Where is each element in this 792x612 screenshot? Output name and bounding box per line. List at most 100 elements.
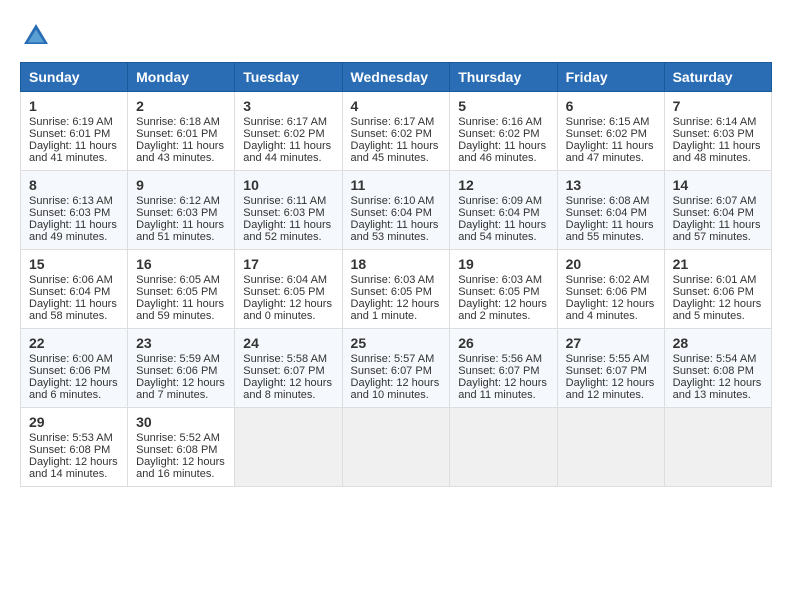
calendar-cell: 16 Sunrise: 6:05 AM Sunset: 6:05 PM Dayl… bbox=[128, 250, 235, 329]
calendar-cell: 27 Sunrise: 5:55 AM Sunset: 6:07 PM Dayl… bbox=[557, 329, 664, 408]
day-number: 1 bbox=[29, 98, 119, 114]
sunrise-label: Sunrise: 6:06 AM bbox=[29, 274, 113, 286]
sunrise-label: Sunrise: 6:07 AM bbox=[673, 195, 757, 207]
daylight-label: Daylight: 11 hours and 44 minutes. bbox=[243, 140, 331, 164]
calendar-week-row: 22 Sunrise: 6:00 AM Sunset: 6:06 PM Dayl… bbox=[21, 329, 772, 408]
sunset-label: Sunset: 6:02 PM bbox=[566, 128, 647, 140]
sunrise-label: Sunrise: 6:18 AM bbox=[136, 116, 220, 128]
day-number: 17 bbox=[243, 256, 333, 272]
sunrise-label: Sunrise: 5:56 AM bbox=[458, 353, 542, 365]
calendar-cell: 12 Sunrise: 6:09 AM Sunset: 6:04 PM Dayl… bbox=[450, 171, 557, 250]
calendar-header-row: SundayMondayTuesdayWednesdayThursdayFrid… bbox=[21, 63, 772, 92]
daylight-label: Daylight: 12 hours and 4 minutes. bbox=[566, 298, 655, 322]
day-number: 3 bbox=[243, 98, 333, 114]
calendar-cell: 8 Sunrise: 6:13 AM Sunset: 6:03 PM Dayli… bbox=[21, 171, 128, 250]
calendar-cell: 3 Sunrise: 6:17 AM Sunset: 6:02 PM Dayli… bbox=[235, 92, 342, 171]
sunset-label: Sunset: 6:04 PM bbox=[566, 207, 647, 219]
day-number: 19 bbox=[458, 256, 548, 272]
day-number: 15 bbox=[29, 256, 119, 272]
day-number: 7 bbox=[673, 98, 763, 114]
calendar-cell: 23 Sunrise: 5:59 AM Sunset: 6:06 PM Dayl… bbox=[128, 329, 235, 408]
day-number: 6 bbox=[566, 98, 656, 114]
daylight-label: Daylight: 12 hours and 6 minutes. bbox=[29, 377, 118, 401]
calendar-cell: 10 Sunrise: 6:11 AM Sunset: 6:03 PM Dayl… bbox=[235, 171, 342, 250]
sunset-label: Sunset: 6:07 PM bbox=[458, 365, 539, 377]
sunrise-label: Sunrise: 6:11 AM bbox=[243, 195, 326, 207]
sunrise-label: Sunrise: 6:13 AM bbox=[29, 195, 113, 207]
calendar-cell: 20 Sunrise: 6:02 AM Sunset: 6:06 PM Dayl… bbox=[557, 250, 664, 329]
daylight-label: Daylight: 11 hours and 53 minutes. bbox=[351, 219, 439, 243]
day-number: 29 bbox=[29, 414, 119, 430]
day-number: 2 bbox=[136, 98, 226, 114]
day-of-week-header: Monday bbox=[128, 63, 235, 92]
daylight-label: Daylight: 12 hours and 12 minutes. bbox=[566, 377, 655, 401]
calendar-cell: 19 Sunrise: 6:03 AM Sunset: 6:05 PM Dayl… bbox=[450, 250, 557, 329]
calendar-cell: 21 Sunrise: 6:01 AM Sunset: 6:06 PM Dayl… bbox=[664, 250, 771, 329]
sunrise-label: Sunrise: 6:03 AM bbox=[351, 274, 435, 286]
sunrise-label: Sunrise: 6:17 AM bbox=[243, 116, 327, 128]
sunset-label: Sunset: 6:06 PM bbox=[136, 365, 217, 377]
calendar-cell: 2 Sunrise: 6:18 AM Sunset: 6:01 PM Dayli… bbox=[128, 92, 235, 171]
sunrise-label: Sunrise: 6:10 AM bbox=[351, 195, 435, 207]
calendar-cell: 25 Sunrise: 5:57 AM Sunset: 6:07 PM Dayl… bbox=[342, 329, 450, 408]
sunset-label: Sunset: 6:04 PM bbox=[29, 286, 110, 298]
sunset-label: Sunset: 6:02 PM bbox=[243, 128, 324, 140]
sunrise-label: Sunrise: 6:19 AM bbox=[29, 116, 113, 128]
day-number: 4 bbox=[351, 98, 442, 114]
calendar-cell: 9 Sunrise: 6:12 AM Sunset: 6:03 PM Dayli… bbox=[128, 171, 235, 250]
sunrise-label: Sunrise: 5:53 AM bbox=[29, 432, 113, 444]
day-number: 20 bbox=[566, 256, 656, 272]
calendar-cell: 18 Sunrise: 6:03 AM Sunset: 6:05 PM Dayl… bbox=[342, 250, 450, 329]
daylight-label: Daylight: 11 hours and 46 minutes. bbox=[458, 140, 546, 164]
calendar-cell bbox=[450, 408, 557, 487]
sunrise-label: Sunrise: 5:55 AM bbox=[566, 353, 650, 365]
daylight-label: Daylight: 11 hours and 41 minutes. bbox=[29, 140, 117, 164]
daylight-label: Daylight: 11 hours and 47 minutes. bbox=[566, 140, 654, 164]
calendar-week-row: 15 Sunrise: 6:06 AM Sunset: 6:04 PM Dayl… bbox=[21, 250, 772, 329]
sunset-label: Sunset: 6:07 PM bbox=[566, 365, 647, 377]
sunrise-label: Sunrise: 5:59 AM bbox=[136, 353, 220, 365]
sunset-label: Sunset: 6:04 PM bbox=[673, 207, 754, 219]
sunset-label: Sunset: 6:08 PM bbox=[136, 444, 217, 456]
sunrise-label: Sunrise: 5:58 AM bbox=[243, 353, 327, 365]
day-number: 25 bbox=[351, 335, 442, 351]
sunset-label: Sunset: 6:03 PM bbox=[136, 207, 217, 219]
calendar-cell bbox=[342, 408, 450, 487]
calendar-cell: 5 Sunrise: 6:16 AM Sunset: 6:02 PM Dayli… bbox=[450, 92, 557, 171]
sunrise-label: Sunrise: 6:03 AM bbox=[458, 274, 542, 286]
day-number: 12 bbox=[458, 177, 548, 193]
day-of-week-header: Wednesday bbox=[342, 63, 450, 92]
calendar-cell bbox=[235, 408, 342, 487]
day-number: 18 bbox=[351, 256, 442, 272]
daylight-label: Daylight: 12 hours and 13 minutes. bbox=[673, 377, 762, 401]
day-number: 21 bbox=[673, 256, 763, 272]
sunset-label: Sunset: 6:06 PM bbox=[29, 365, 110, 377]
day-of-week-header: Tuesday bbox=[235, 63, 342, 92]
daylight-label: Daylight: 12 hours and 0 minutes. bbox=[243, 298, 332, 322]
day-number: 10 bbox=[243, 177, 333, 193]
calendar-cell: 4 Sunrise: 6:17 AM Sunset: 6:02 PM Dayli… bbox=[342, 92, 450, 171]
daylight-label: Daylight: 12 hours and 11 minutes. bbox=[458, 377, 547, 401]
day-number: 22 bbox=[29, 335, 119, 351]
sunrise-label: Sunrise: 6:09 AM bbox=[458, 195, 542, 207]
sunrise-label: Sunrise: 6:01 AM bbox=[673, 274, 757, 286]
day-number: 14 bbox=[673, 177, 763, 193]
calendar-cell: 13 Sunrise: 6:08 AM Sunset: 6:04 PM Dayl… bbox=[557, 171, 664, 250]
sunset-label: Sunset: 6:03 PM bbox=[29, 207, 110, 219]
sunrise-label: Sunrise: 5:52 AM bbox=[136, 432, 220, 444]
calendar-cell: 7 Sunrise: 6:14 AM Sunset: 6:03 PM Dayli… bbox=[664, 92, 771, 171]
daylight-label: Daylight: 12 hours and 2 minutes. bbox=[458, 298, 547, 322]
daylight-label: Daylight: 11 hours and 58 minutes. bbox=[29, 298, 117, 322]
sunset-label: Sunset: 6:03 PM bbox=[673, 128, 754, 140]
calendar-cell: 14 Sunrise: 6:07 AM Sunset: 6:04 PM Dayl… bbox=[664, 171, 771, 250]
page-header bbox=[20, 20, 772, 52]
day-number: 11 bbox=[351, 177, 442, 193]
daylight-label: Daylight: 12 hours and 14 minutes. bbox=[29, 456, 118, 480]
sunrise-label: Sunrise: 6:16 AM bbox=[458, 116, 542, 128]
daylight-label: Daylight: 12 hours and 8 minutes. bbox=[243, 377, 332, 401]
daylight-label: Daylight: 11 hours and 48 minutes. bbox=[673, 140, 761, 164]
logo-icon bbox=[20, 20, 52, 52]
day-of-week-header: Thursday bbox=[450, 63, 557, 92]
calendar-week-row: 1 Sunrise: 6:19 AM Sunset: 6:01 PM Dayli… bbox=[21, 92, 772, 171]
day-of-week-header: Sunday bbox=[21, 63, 128, 92]
